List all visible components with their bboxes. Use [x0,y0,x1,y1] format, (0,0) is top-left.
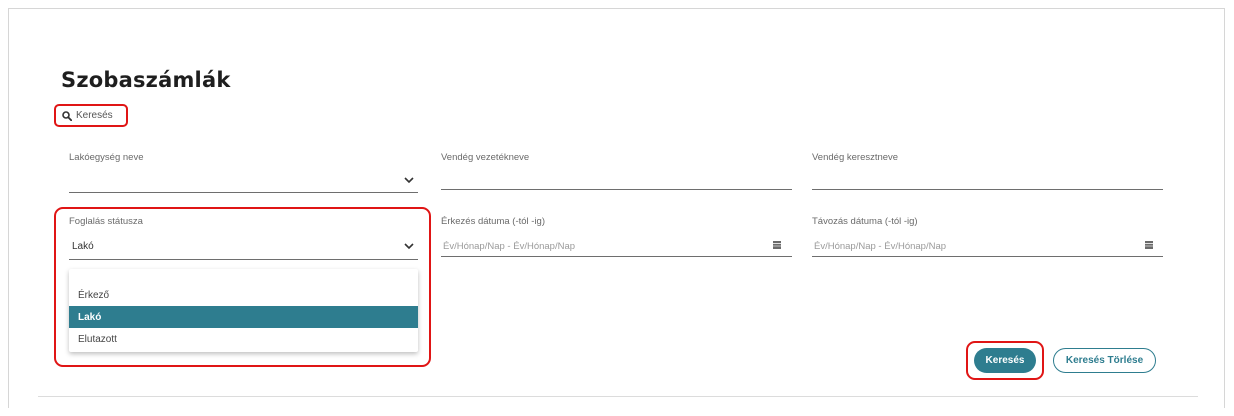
arrival-date-placeholder: Év/Hónap/Nap - Év/Hónap/Nap [443,241,576,252]
guest-lastname-underline [441,189,792,190]
guest-firstname-underline [812,189,1163,190]
unit-name-label: Lakóegység neve [69,152,144,163]
status-highlight-box [54,207,431,367]
unit-name-select[interactable] [69,168,418,192]
guest-firstname-label: Vendég keresztneve [812,152,899,163]
search-button[interactable]: Keresés [974,348,1036,373]
chevron-down-icon [404,177,414,184]
arrival-date-label: Érkezés dátuma (-tól -ig) [441,216,546,227]
calendar-icon[interactable] [1145,241,1153,249]
arrival-date-underline [441,256,792,257]
arrival-date-input[interactable]: Év/Hónap/Nap - Év/Hónap/Nap [441,234,792,256]
calendar-icon[interactable] [773,241,781,249]
departure-date-label: Távozás dátuma (-tól -ig) [812,216,918,227]
divider [38,396,1198,397]
guest-firstname-input[interactable] [812,168,1163,190]
search-toggle-label: Keresés [76,110,113,121]
unit-name-underline [69,192,418,193]
departure-date-placeholder: Év/Hónap/Nap - Év/Hónap/Nap [814,241,947,252]
departure-date-input[interactable]: Év/Hónap/Nap - Év/Hónap/Nap [812,234,1163,256]
clear-search-button[interactable]: Keresés Törlése [1053,348,1156,373]
search-icon [62,110,72,121]
guest-lastname-input[interactable] [441,168,792,190]
search-toggle-button[interactable]: Keresés [54,104,128,127]
guest-lastname-label: Vendég vezetékneve [441,152,530,163]
page-title: Szobaszámlák [61,68,231,92]
departure-date-underline [812,256,1163,257]
